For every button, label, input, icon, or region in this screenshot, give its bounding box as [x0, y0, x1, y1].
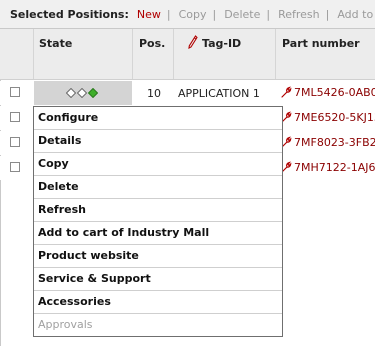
row-tag-id: APPLICATION 1 [178, 87, 260, 100]
row-part-number[interactable]: 7ML5426-0AB00 [280, 86, 375, 99]
toolbar-title: Selected Positions: [10, 7, 129, 21]
part-number-text: 7ML5426-0AB00 [294, 86, 375, 99]
toolbar-separator: | [266, 7, 271, 21]
toolbar-separator: | [166, 7, 171, 21]
toolbar-separator: | [325, 7, 330, 21]
table-header: State Pos. Tag-ID Part number [0, 29, 375, 80]
refresh-button[interactable]: Refresh [278, 8, 320, 21]
column-label-pos: Pos. [139, 37, 166, 50]
state-diamonds-icon [66, 88, 98, 98]
column-label-tag-id: Tag-ID [202, 37, 242, 50]
menu-item-accessories[interactable]: Accessories [34, 291, 282, 314]
copy-button[interactable]: Copy [179, 8, 207, 21]
row-part-number[interactable]: 7MF8023-3FB24- [280, 136, 375, 149]
menu-item-product-website[interactable]: Product website [34, 245, 282, 268]
column-header-state[interactable]: State [33, 29, 133, 79]
new-button[interactable]: New [137, 8, 161, 21]
row-checkbox[interactable] [10, 112, 20, 122]
part-number-text: 7MH7122-1AJ63- [294, 161, 375, 174]
table-row[interactable]: 10 APPLICATION 1 7ML5426-0AB00 [0, 81, 375, 105]
add-to-cart-button[interactable]: Add to cart of I [337, 8, 375, 21]
menu-item-configure[interactable]: Configure [34, 107, 282, 130]
menu-item-add-to-cart[interactable]: Add to cart of Industry Mall [34, 222, 282, 245]
menu-item-details[interactable]: Details [34, 130, 282, 153]
row-part-number[interactable]: 7ME6520-5KJ13- [280, 111, 375, 124]
column-header-part-number[interactable]: Part number [276, 29, 375, 79]
column-label-state: State [39, 37, 73, 50]
row-checkbox[interactable] [10, 162, 20, 172]
row-checkbox[interactable] [10, 87, 20, 97]
pencil-icon [188, 35, 198, 49]
column-header-select [0, 29, 34, 79]
state-cell[interactable] [34, 81, 132, 105]
menu-item-delete[interactable]: Delete [34, 176, 282, 199]
column-header-pos[interactable]: Pos. [133, 29, 174, 79]
menu-item-service-support[interactable]: Service & Support [34, 268, 282, 291]
wrench-icon [281, 86, 292, 98]
selected-positions-toolbar: Selected Positions: New | Copy | Delete … [0, 0, 375, 29]
part-number-text: 7MF8023-3FB24- [294, 136, 375, 149]
menu-item-approvals[interactable]: Approvals [34, 314, 282, 336]
menu-item-copy[interactable]: Copy [34, 153, 282, 176]
row-pos: 10 [147, 87, 161, 100]
column-header-tag-id[interactable]: Tag-ID [174, 29, 276, 79]
delete-button[interactable]: Delete [224, 8, 260, 21]
context-menu: Configure Details Copy Delete Refresh Ad… [33, 106, 283, 337]
row-part-number[interactable]: 7MH7122-1AJ63- [280, 161, 375, 174]
column-label-part-number: Part number [282, 37, 360, 50]
row-checkbox[interactable] [10, 137, 20, 147]
toolbar-separator: | [212, 7, 217, 21]
part-number-text: 7ME6520-5KJ13- [294, 111, 375, 124]
menu-item-refresh[interactable]: Refresh [34, 199, 282, 222]
